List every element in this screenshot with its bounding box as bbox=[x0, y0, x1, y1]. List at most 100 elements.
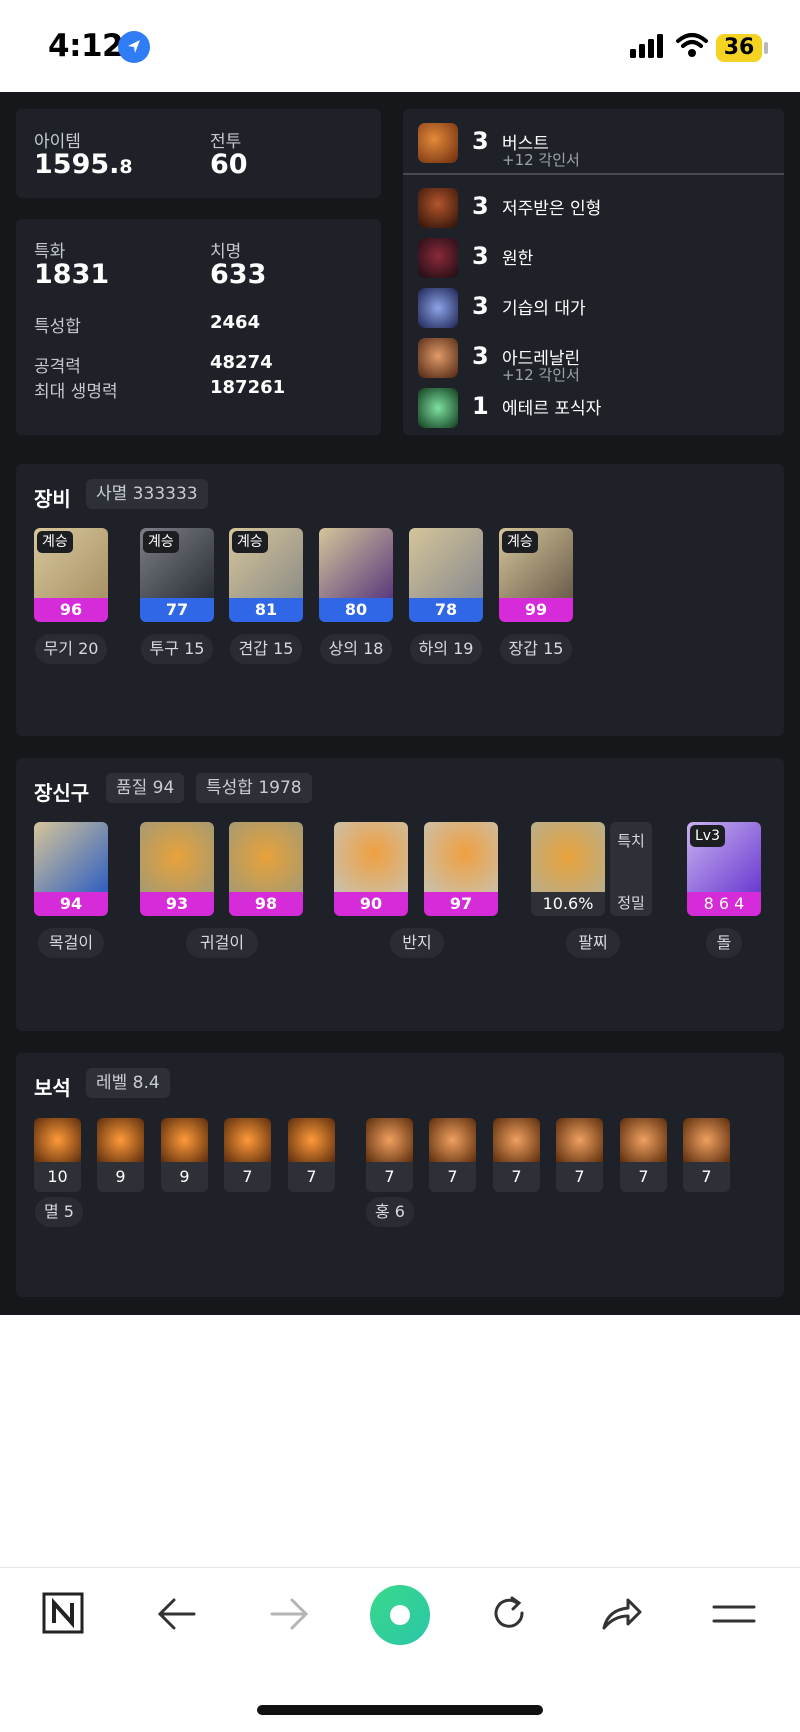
engraving-level: 3 bbox=[472, 127, 489, 155]
equipment-panel: 장비 사멸 333333 계승 96 계승 77 계승 81 80 78 계승 bbox=[16, 464, 784, 736]
bracelet-label: 팔찌 bbox=[566, 928, 620, 958]
green-home-button-icon[interactable] bbox=[370, 1585, 430, 1645]
gem-level: 7 bbox=[384, 1167, 395, 1186]
ability-stone-tile[interactable]: Lv3 8 6 4 bbox=[687, 822, 761, 916]
gem-level: 7 bbox=[638, 1167, 649, 1186]
weapon-tile[interactable]: 계승 96 bbox=[34, 528, 108, 622]
shoulder-tile[interactable]: 계승 81 bbox=[229, 528, 303, 622]
engraving-book: +12 각인서 bbox=[502, 151, 580, 169]
level-panel: 아이템 1595.8 전투 60 bbox=[16, 109, 381, 198]
engraving-name: 저주받은 인형 bbox=[502, 199, 602, 219]
battery-tip bbox=[764, 42, 768, 54]
quality-bar: 98 bbox=[229, 892, 303, 916]
ring-tile[interactable]: 97 bbox=[424, 822, 498, 916]
helmet-tile[interactable]: 계승 77 bbox=[140, 528, 214, 622]
back-arrow-icon[interactable] bbox=[156, 1596, 198, 1632]
earring-tile[interactable]: 93 bbox=[140, 822, 214, 916]
menu-icon[interactable] bbox=[712, 1600, 756, 1628]
engraving-level: 1 bbox=[472, 392, 489, 420]
engravings-panel bbox=[403, 109, 784, 435]
annihilation-gem[interactable]: 10 bbox=[34, 1118, 81, 1192]
accessories-panel: 장신구 품질 94 특성합 1978 94 93 98 90 97 10.6% … bbox=[16, 758, 784, 1031]
annihilation-gem[interactable]: 9 bbox=[97, 1118, 144, 1192]
gloves-tile[interactable]: 계승 99 bbox=[499, 528, 573, 622]
gems-panel: 보석 레벨 8.4 10 9 9 7 7 7 7 7 7 7 7 멸 5 홍 6 bbox=[16, 1053, 784, 1297]
ring-icon bbox=[424, 822, 498, 892]
helmet-label: 투구 15 bbox=[141, 634, 213, 664]
crimson-gem-icon bbox=[556, 1118, 603, 1162]
crimson-gem-icon bbox=[620, 1118, 667, 1162]
max-hp-value: 187261 bbox=[210, 377, 286, 398]
gem-level: 10 bbox=[47, 1167, 68, 1186]
gem-level: 7 bbox=[701, 1167, 712, 1186]
earring-tile[interactable]: 98 bbox=[229, 822, 303, 916]
forward-arrow-icon[interactable] bbox=[268, 1596, 310, 1632]
stone-value: 8 6 4 bbox=[687, 892, 761, 916]
annihilation-gem-icon bbox=[224, 1118, 271, 1162]
bracelet-stats-box: 특치 정밀 bbox=[610, 822, 652, 916]
earring-icon bbox=[140, 822, 214, 892]
gem-level: 9 bbox=[179, 1167, 190, 1186]
engraving-name: 에테르 포식자 bbox=[502, 399, 602, 419]
crimson-gem[interactable]: 7 bbox=[620, 1118, 667, 1192]
battery-icon: 36 bbox=[716, 34, 762, 62]
engraving-name: 기습의 대가 bbox=[502, 299, 586, 319]
status-time: 4:12 bbox=[48, 28, 124, 64]
burst-engraving-icon bbox=[418, 123, 458, 163]
quality-bar: 77 bbox=[140, 598, 214, 622]
equipment-title: 장비 bbox=[34, 487, 71, 511]
naver-n-icon[interactable] bbox=[42, 1592, 84, 1634]
stat-sum-label: 특성합 bbox=[34, 317, 81, 337]
master-ambusher-engraving-icon bbox=[418, 288, 458, 328]
item-level-main: 1595. bbox=[34, 149, 120, 180]
bracelet-stat-1: 특치 bbox=[617, 832, 645, 850]
succession-tag: 계승 bbox=[37, 531, 73, 553]
gem-level: 9 bbox=[115, 1167, 126, 1186]
earring-icon bbox=[229, 822, 303, 892]
quality-bar: 78 bbox=[409, 598, 483, 622]
crimson-gem[interactable]: 7 bbox=[493, 1118, 540, 1192]
character-profile-page: 아이템 1595.8 전투 60 특화 1831 치명 633 특성합 2464… bbox=[0, 92, 800, 1315]
gem-level: 7 bbox=[447, 1167, 458, 1186]
legs-tile[interactable]: 78 bbox=[409, 528, 483, 622]
annihilation-gem-icon bbox=[97, 1118, 144, 1162]
quality-bar: 97 bbox=[424, 892, 498, 916]
engraving-name: 원한 bbox=[502, 249, 534, 269]
max-hp-label: 최대 생명력 bbox=[34, 382, 118, 402]
spec-value: 1831 bbox=[34, 259, 110, 290]
engraving-divider bbox=[403, 173, 784, 175]
crimson-gem[interactable]: 7 bbox=[366, 1118, 413, 1192]
chest-tile[interactable]: 80 bbox=[319, 528, 393, 622]
crimson-gem[interactable]: 7 bbox=[556, 1118, 603, 1192]
cellular-signal-icon bbox=[630, 34, 666, 62]
necklace-tile[interactable]: 94 bbox=[34, 822, 108, 916]
share-icon[interactable] bbox=[600, 1594, 644, 1634]
quality-bar: 90 bbox=[334, 892, 408, 916]
bracelet-tile[interactable]: 10.6% bbox=[531, 822, 605, 916]
grudge-engraving-icon bbox=[418, 238, 458, 278]
ring-label: 반지 bbox=[390, 928, 444, 958]
refresh-icon[interactable] bbox=[488, 1592, 530, 1634]
gem-level-chip: 레벨 8.4 bbox=[86, 1068, 170, 1098]
quality-bar: 94 bbox=[34, 892, 108, 916]
annihilation-gem[interactable]: 7 bbox=[224, 1118, 271, 1192]
gem-level: 7 bbox=[242, 1167, 253, 1186]
quality-chip: 품질 94 bbox=[106, 773, 185, 803]
set-chip: 사멸 333333 bbox=[86, 479, 208, 509]
attack-value: 48274 bbox=[210, 352, 273, 373]
annihilation-count-label: 멸 5 bbox=[35, 1197, 83, 1227]
crimson-gem[interactable]: 7 bbox=[429, 1118, 476, 1192]
annihilation-gem[interactable]: 9 bbox=[161, 1118, 208, 1192]
ether-predator-engraving-icon bbox=[418, 388, 458, 428]
crimson-gem[interactable]: 7 bbox=[683, 1118, 730, 1192]
annihilation-gem-icon bbox=[288, 1118, 335, 1162]
cursed-doll-engraving-icon bbox=[418, 188, 458, 228]
weapon-label: 무기 20 bbox=[35, 634, 107, 664]
necklace-icon bbox=[34, 822, 108, 892]
engraving-level: 3 bbox=[472, 242, 489, 270]
ring-tile[interactable]: 90 bbox=[334, 822, 408, 916]
stat-sum-value: 2464 bbox=[210, 312, 261, 333]
annihilation-gem[interactable]: 7 bbox=[288, 1118, 335, 1192]
annihilation-gem-icon bbox=[34, 1118, 81, 1162]
wifi-icon bbox=[676, 32, 708, 62]
